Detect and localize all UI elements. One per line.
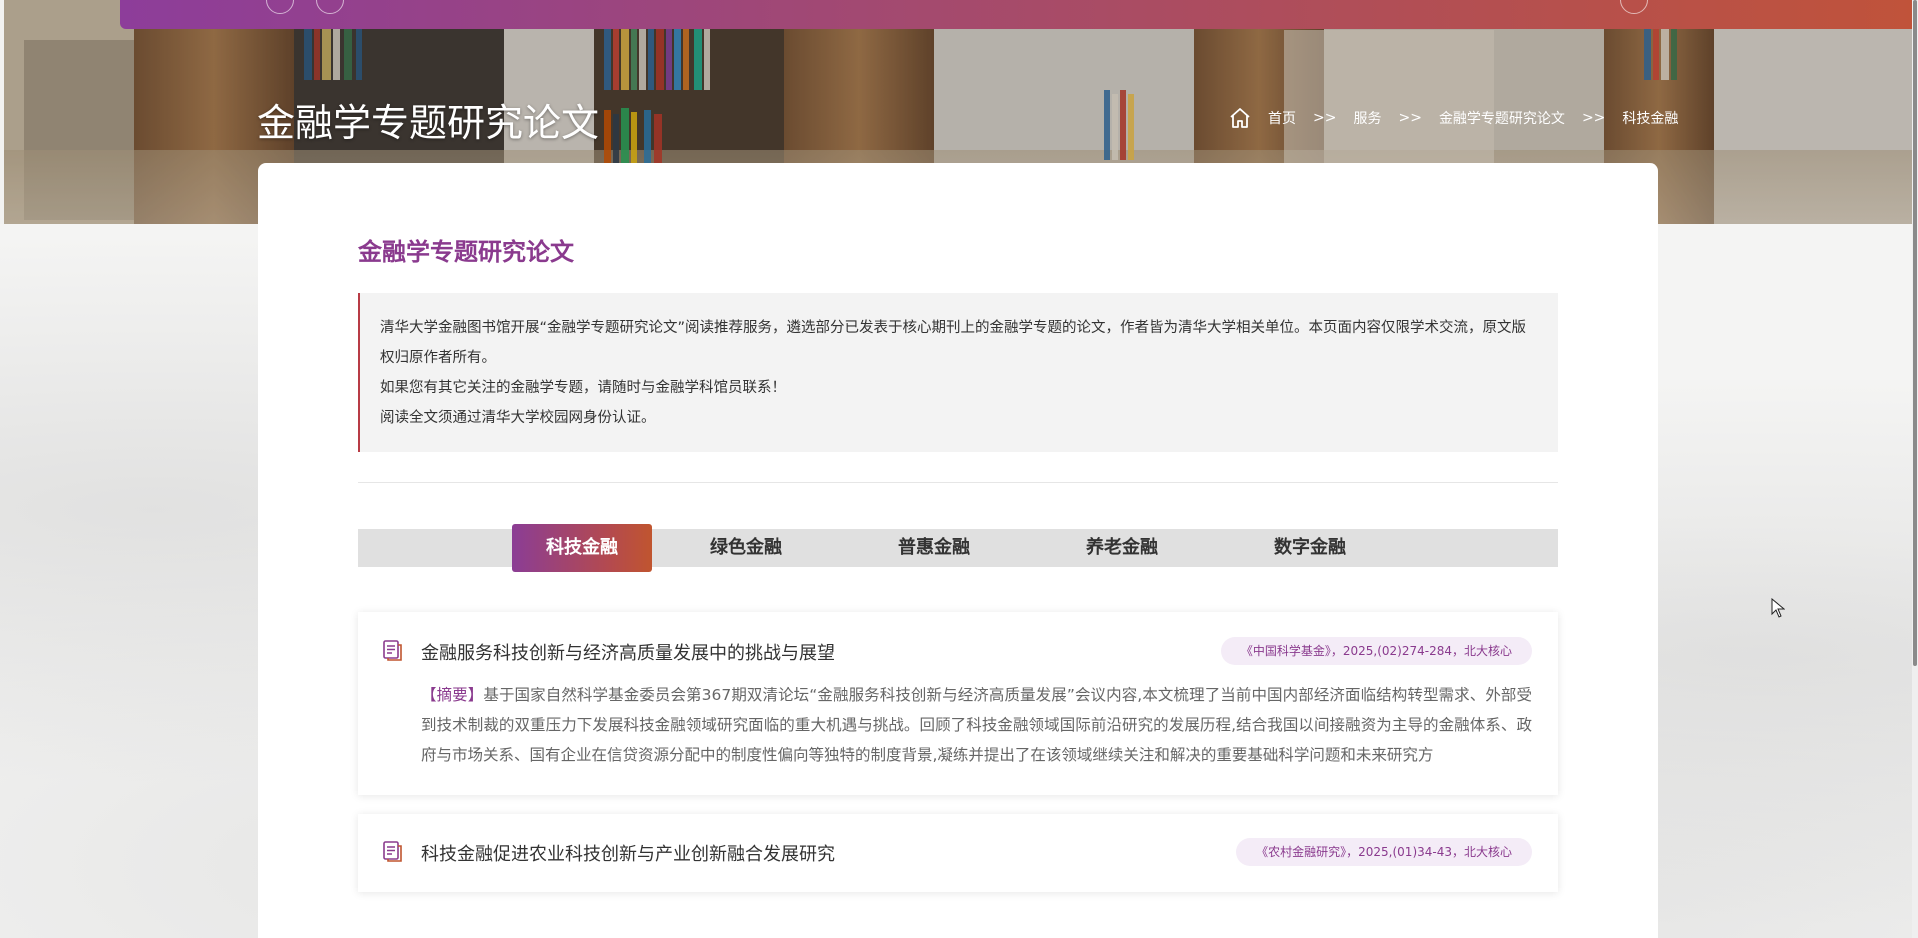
tab-fintech[interactable]: 科技金融 [512,524,652,572]
tab-pension-finance[interactable]: 养老金融 [1052,529,1192,567]
abstract-label: 【摘要】 [421,686,484,704]
breadcrumb-item-home[interactable]: 首页 [1268,108,1296,128]
breadcrumb-separator: >> [1313,110,1337,126]
abstract-text: 基于国家自然科学基金委员会第367期双清论坛“金融服务科技创新与经济高质量发展”… [421,686,1532,764]
nav-circle-icon[interactable] [316,0,344,14]
breadcrumb-item-service[interactable]: 服务 [1353,108,1381,128]
article-title[interactable]: 金融服务科技创新与经济高质量发展中的挑战与展望 [421,639,835,665]
notice-line: 阅读全文须通过清华大学校园网身份认证。 [380,410,656,426]
home-icon[interactable] [1228,106,1252,130]
breadcrumb-separator: >> [1398,110,1422,126]
article-abstract: 【摘要】基于国家自然科学基金委员会第367期双清论坛“金融服务科技创新与经济高质… [421,680,1532,770]
service-notice: 清华大学金融图书馆开展“金融学专题研究论文”阅读推荐服务，遴选部分已发表于核心期… [358,293,1558,452]
section-title: 金融学专题研究论文 [358,238,574,266]
article-item: 金融服务科技创新与经济高质量发展中的挑战与展望 《中国科学基金》，2025,(0… [358,612,1558,795]
document-icon [383,841,402,862]
nav-circle-icon[interactable] [266,0,294,14]
article-title[interactable]: 科技金融促进农业科技创新与产业创新融合发展研究 [421,840,835,866]
tab-green-finance[interactable]: 绿色金融 [676,529,816,567]
mouse-cursor-icon [1771,598,1785,618]
content-card: 金融学专题研究论文 清华大学金融图书馆开展“金融学专题研究论文”阅读推荐服务，遴… [258,163,1658,938]
source-badge: 《中国科学基金》，2025,(02)274-284，北大核心 [1220,637,1532,665]
scrollbar[interactable] [1912,0,1918,938]
breadcrumb-item-papers[interactable]: 金融学专题研究论文 [1439,108,1565,128]
scrollbar-thumb[interactable] [1913,0,1917,666]
top-navigation-bar [120,0,1918,29]
page-title: 金融学专题研究论文 [257,101,600,145]
nav-circle-icon[interactable] [1620,0,1648,14]
topic-tabs: 科技金融 绿色金融 普惠金融 养老金融 数字金融 [358,524,1558,572]
article-item: 科技金融促进农业科技创新与产业创新融合发展研究 《农村金融研究》，2025,(0… [358,814,1558,892]
tab-digital-finance[interactable]: 数字金融 [1240,529,1380,567]
notice-line: 清华大学金融图书馆开展“金融学专题研究论文”阅读推荐服务，遴选部分已发表于核心期… [380,320,1527,366]
breadcrumb-separator: >> [1581,110,1606,126]
tab-inclusive-finance[interactable]: 普惠金融 [864,529,1004,567]
divider [358,482,1558,483]
source-badge: 《农村金融研究》，2025,(01)34-43，北大核心 [1236,838,1532,866]
document-icon [383,640,402,661]
breadcrumb-item-current: 科技金融 [1622,111,1679,127]
notice-line: 如果您有其它关注的金融学专题，请随时与金融学科馆员联系！ [380,380,786,396]
breadcrumb: 首页 >> 服务 >> 金融学专题研究论文 >> 科技金融 [1228,106,1678,130]
